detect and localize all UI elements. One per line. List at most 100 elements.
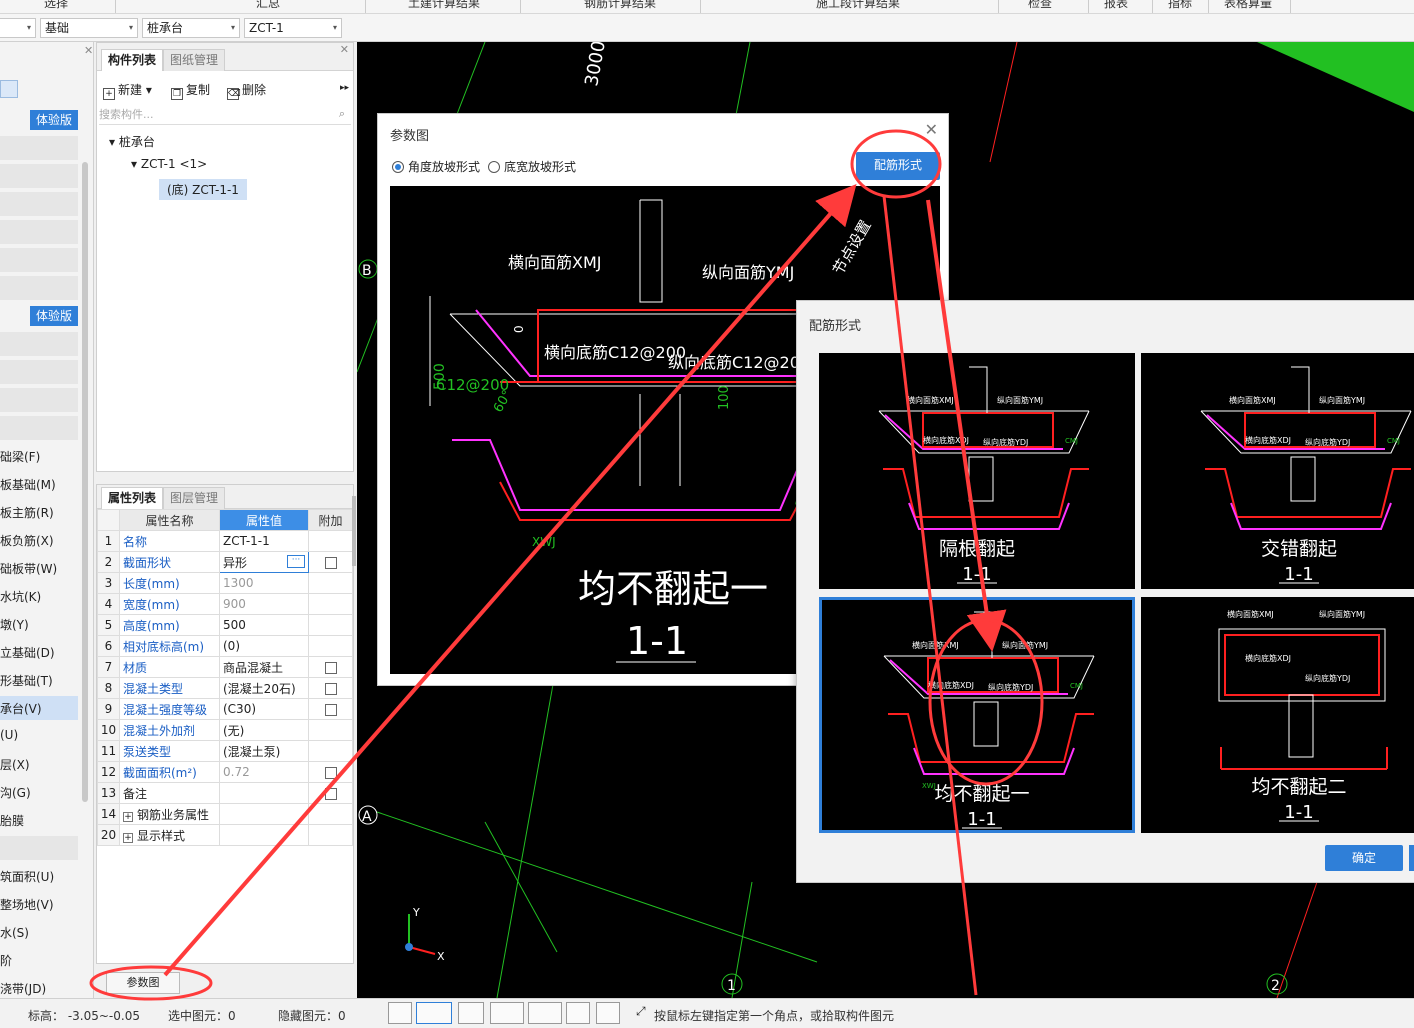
property-value[interactable]: 900 — [219, 593, 309, 615]
property-row[interactable]: 1 名称 ZCT-1-1 — [97, 530, 353, 552]
param-diagram-button[interactable]: 参数图 — [106, 972, 180, 994]
close-icon[interactable]: ✕ — [925, 120, 938, 139]
cancel-button[interactable] — [1409, 845, 1414, 871]
property-row[interactable]: 6 相对底标高(m) (0) — [97, 635, 353, 657]
more-icon[interactable]: ▸▸ — [340, 83, 349, 93]
dimension-button[interactable] — [528, 1002, 562, 1024]
property-row[interactable]: 9 混凝土强度等级 (C30) — [97, 698, 353, 720]
nav-block[interactable] — [0, 332, 78, 356]
nav-item-isolated[interactable]: 立基础(D) — [0, 644, 55, 661]
extra-cell[interactable] — [308, 782, 353, 804]
tab-property-list[interactable]: 属性列表 — [101, 487, 164, 509]
ortho-snap-button[interactable] — [388, 1002, 412, 1024]
rebar-option[interactable]: 横向面筋XMJ 纵向面筋YMJ 横向底筋XDJ 纵向底筋YDJ CMJ XWJ 均不翻起一 1… — [819, 597, 1135, 833]
radio-angle-slope[interactable]: 角度放坡形式 — [392, 158, 480, 175]
ribbon-report[interactable]: 报表 — [1104, 0, 1128, 11]
props-scrollbar[interactable] — [352, 496, 356, 566]
extra-cell[interactable] — [308, 656, 353, 678]
trial-badge[interactable]: 体验版 — [30, 306, 78, 326]
property-row[interactable]: 20 + 显示样式 — [97, 824, 353, 846]
property-value[interactable]: (混凝土20石) — [219, 677, 309, 699]
rebar-option[interactable]: 横向面筋XMJ 纵向面筋YMJ 横向底筋XDJ 纵向底筋YDJ 均不翻起二 1-1 — [1141, 597, 1414, 833]
property-value[interactable] — [219, 824, 309, 846]
property-value[interactable]: 500 — [219, 614, 309, 636]
ribbon-select[interactable]: 选择 — [44, 0, 68, 11]
angle-button[interactable] — [490, 1002, 524, 1024]
rebar-option[interactable]: 横向面筋XMJ 纵向面筋YMJ 横向底筋XDJ 纵向底筋YDJ CMJ 交错翻起 1-1 — [1141, 353, 1414, 589]
property-value[interactable] — [219, 803, 309, 825]
rebar-option[interactable]: 横向面筋XMJ 纵向面筋YMJ 横向底筋XDJ 纵向底筋YDJ CMJ 隔根翻起 1-1 — [819, 353, 1135, 589]
property-row[interactable]: 12 截面面积(m²) 0.72 — [97, 761, 353, 783]
tab-layer-manage[interactable]: 图层管理 — [163, 487, 226, 509]
checkbox[interactable] — [324, 787, 337, 800]
nav-item-foundation-beam[interactable]: 础梁(F) — [0, 448, 40, 465]
tab-component-list[interactable]: 构件列表 — [101, 49, 164, 71]
rebar-form-button[interactable]: 配筋形式 — [856, 152, 940, 180]
property-row[interactable]: 14 + 钢筋业务属性 — [97, 803, 353, 825]
extra-cell[interactable] — [308, 698, 353, 720]
floor-select[interactable]: ▾ — [0, 18, 36, 38]
nav-item-site-leveling[interactable]: 整场地(V) — [0, 896, 54, 913]
tree-leaf-selected[interactable]: (底) ZCT-1-1 — [159, 179, 247, 200]
ribbon-summary[interactable]: 汇总 — [256, 0, 280, 11]
nav-block[interactable] — [0, 136, 78, 160]
nav-block[interactable] — [0, 836, 78, 860]
polyline-button[interactable] — [596, 1002, 620, 1024]
ribbon-rebar-result[interactable]: 钢筋计算结果 — [584, 0, 656, 11]
checkbox[interactable] — [324, 703, 337, 716]
ribbon-civil-result[interactable]: 土建计算结果 — [408, 0, 480, 11]
print-button[interactable] — [566, 1002, 590, 1024]
nav-block[interactable] — [0, 388, 78, 412]
trial-badge[interactable]: 体验版 — [30, 110, 78, 130]
select-mode-button[interactable] — [416, 1002, 452, 1024]
property-row[interactable]: 8 混凝土类型 (混凝土20石) — [97, 677, 353, 699]
nav-block[interactable] — [0, 164, 78, 188]
nav-item-strip[interactable]: 形基础(T) — [0, 672, 53, 689]
property-row[interactable]: 7 材质 商品混凝土 — [97, 656, 353, 678]
component-select[interactable]: ZCT-1 ▾ — [244, 18, 342, 38]
property-row[interactable]: 5 高度(mm) 500 — [97, 614, 353, 636]
delete-button[interactable]: ⌫删除 — [227, 81, 266, 100]
nav-item-layer[interactable]: 层(X) — [0, 756, 30, 773]
copy-button[interactable]: ❐ 复制 — [171, 81, 210, 100]
nav-item-raft[interactable]: 板基础(M) — [0, 476, 56, 493]
nav-item-slab-strip[interactable]: 础板带(W) — [0, 560, 57, 577]
nav-item-water[interactable]: 水(S) — [0, 924, 29, 941]
radio-width-slope[interactable]: 底宽放坡形式 — [488, 158, 576, 175]
nav-item-trench[interactable]: 沟(G) — [0, 784, 31, 801]
property-value[interactable]: ZCT-1-1 — [219, 530, 309, 552]
property-value[interactable]: 0.72 — [219, 761, 309, 783]
nav-block[interactable] — [0, 220, 78, 244]
property-row[interactable]: 3 长度(mm) 1300 — [97, 572, 353, 594]
nav-block[interactable] — [0, 248, 78, 272]
nav-block[interactable] — [0, 276, 78, 300]
close-icon[interactable]: ✕ — [84, 44, 93, 57]
tree-child[interactable]: ▾ ZCT-1 <1> — [131, 157, 207, 171]
ok-button[interactable]: 确定 — [1325, 845, 1403, 871]
tree-root[interactable]: ▾ 桩承台 — [109, 133, 155, 150]
extra-cell[interactable] — [308, 761, 353, 783]
property-value[interactable] — [219, 782, 309, 804]
nav-block[interactable] — [0, 360, 78, 384]
floor-type-select[interactable]: 基础 ▾ — [40, 18, 138, 38]
property-value[interactable]: (0) — [219, 635, 309, 657]
cross-select-button[interactable] — [458, 1002, 484, 1024]
expand-icon[interactable]: + — [123, 832, 133, 843]
nav-item-pile-cap[interactable]: 承台(V) — [0, 700, 42, 717]
property-value[interactable]: 1300 — [219, 572, 309, 594]
nav-block[interactable] — [0, 192, 78, 216]
extra-cell[interactable] — [308, 677, 353, 699]
nav-item-slab-neg-bar[interactable]: 板负筋(X) — [0, 532, 54, 549]
property-row[interactable]: 4 宽度(mm) 900 — [97, 593, 353, 615]
ellipsis-button[interactable]: ··· — [287, 555, 305, 568]
nav-block[interactable] — [0, 416, 78, 440]
checkbox[interactable] — [324, 766, 337, 779]
new-button[interactable]: + 新建 ▾ — [103, 81, 152, 100]
checkbox[interactable] — [324, 682, 337, 695]
property-value[interactable]: 异形 ··· — [219, 551, 309, 573]
nav-scrollbar[interactable] — [82, 162, 88, 802]
search-input[interactable]: 搜索构件... — [99, 105, 351, 125]
category-select[interactable]: 桩承台 ▾ — [142, 18, 240, 38]
nav-item-sump[interactable]: 水坑(K) — [0, 588, 41, 605]
tab-drawing-manage[interactable]: 图纸管理 — [163, 49, 226, 71]
